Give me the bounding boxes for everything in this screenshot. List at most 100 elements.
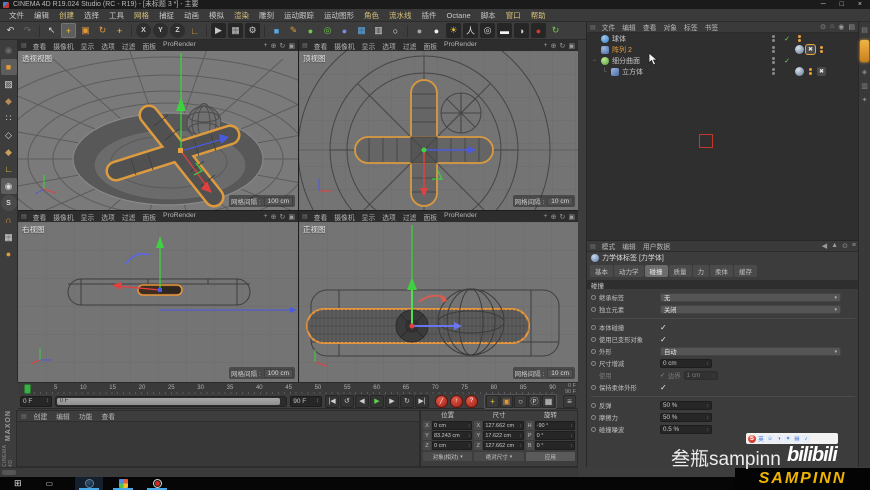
object-tree[interactable]: 球体 ✓ 阵列 2 ✖ − 细分曲面 ✓ └ 立方体 ✖ [587,33,859,240]
search-icon[interactable]: ⊙ [842,242,848,250]
show-tracks-icon[interactable]: ≡ [562,394,576,408]
viewport-menu-item[interactable]: 面板 [420,41,440,51]
move-tool-icon[interactable]: + [61,23,76,38]
input-method-icon[interactable]: ☺ [766,434,774,443]
attribute-tab[interactable]: 动力学 [614,265,644,277]
position-y-field[interactable]: 83.243 cm ↕ [432,431,473,440]
dynamics-body-tag-icon[interactable]: ✖ [817,67,826,76]
viewport-menu-item[interactable]: 显示 [78,41,98,51]
dock-tab-icon[interactable]: ◈ [862,68,867,76]
viewport-menu-item[interactable]: 摄像机 [50,212,76,222]
separator[interactable] [206,24,207,37]
floor-icon[interactable]: ▬ [497,23,512,38]
record-scale-toggle[interactable]: ▣ [499,394,513,408]
attributes-icon[interactable]: ▤ [590,243,596,250]
input-method-icon[interactable]: ◑ [775,434,783,443]
separator[interactable] [39,24,40,37]
attribute-tab[interactable]: 基本 [590,265,613,277]
target-icon[interactable]: ◎ [480,23,495,38]
lock-x-axis-icon[interactable]: X [136,23,151,38]
menu-item[interactable]: 窗口 [501,9,526,22]
viewport-menu-item[interactable]: ProRender [441,212,480,222]
viewport-menu-icon[interactable]: ▤ [21,213,27,220]
toggle-view-icon[interactable]: ▣ [568,213,575,221]
key-circle-icon[interactable] [591,295,596,300]
visibility-dots[interactable] [767,35,779,42]
viewport-menu-item[interactable]: 查看 [311,212,331,222]
material-menu-icon[interactable]: ▤ [21,413,27,420]
render-to-picture-viewer-icon[interactable]: ▦ [228,23,243,38]
redo-icon[interactable]: ↷ [20,23,35,38]
object-manager-menu-item[interactable]: 标签 [681,22,701,32]
taskbar-app-recorder[interactable] [143,477,171,490]
attribute-tab[interactable]: 碰撞 [644,265,668,277]
pan-view-icon[interactable]: + [264,213,268,221]
position-mode-select[interactable]: 对象(相对) ▾ [423,452,473,461]
material-menu-item[interactable]: 创建 [30,411,52,421]
viewport-menu-item[interactable]: 选项 [379,212,399,222]
separator[interactable] [407,24,408,37]
keyframe-selection-icon[interactable]: ? [464,394,478,408]
viewport-menu-item[interactable]: 摄像机 [50,41,76,51]
key-circle-icon[interactable] [591,385,596,390]
enable-snap-icon[interactable]: ∩ [1,212,17,228]
input-method-icon[interactable]: ♪ [802,434,810,443]
material-menu-item[interactable]: 编辑 [52,411,74,421]
zoom-view-icon[interactable]: ⊕ [551,213,557,221]
attribute-tab[interactable]: 柔体 [710,265,733,277]
rotate-tool-icon[interactable]: ↻ [95,23,110,38]
attribute-menu-item[interactable]: 模式 [599,241,619,251]
object-row-subdivision[interactable]: − 细分曲面 ✓ [587,55,859,66]
position-z-field[interactable]: 0 cm ↕ [432,441,473,450]
scrollbar-thumb[interactable] [2,470,16,475]
size-x-field[interactable]: 127.662 cm ↕ [483,421,524,430]
object-manager-icon[interactable]: ▤ [590,24,596,31]
menu-item[interactable]: 选择 [79,9,104,22]
locked-workplane-icon[interactable]: ● [1,246,17,262]
object-manager-menu-item[interactable]: 文件 [599,22,619,32]
material-menu-item[interactable]: 功能 [75,411,97,421]
use-distance-input[interactable]: 1 cm ↕ [683,371,718,380]
use-checkbox[interactable]: ✓ [660,372,665,379]
record-objects-icon[interactable]: ╱ [434,394,448,408]
attribute-tab[interactable]: 缓存 [734,265,757,277]
record-rotation-toggle[interactable]: ○ [513,394,527,408]
environment-icon[interactable]: ◑ [514,23,529,38]
viewport-menu-item[interactable]: ProRender [160,212,199,222]
menu-item[interactable]: 帮助 [526,9,551,22]
key-circle-icon[interactable] [591,325,596,330]
key-circle-icon[interactable] [591,415,596,420]
enabled-check[interactable]: ✓ [782,35,792,43]
object-row-array[interactable]: 阵列 2 ✖ [587,44,859,55]
viewport-menu-item[interactable]: 摄像机 [331,41,357,51]
material-sphere-light-icon[interactable]: ● [429,23,444,38]
close-button[interactable]: × [858,1,862,8]
pan-view-icon[interactable]: + [544,42,548,50]
live-selection-icon[interactable]: ↖ [44,23,59,38]
attribute-menu-item[interactable]: 编辑 [619,241,639,251]
record-position-toggle[interactable]: + [485,394,499,408]
size-z-field[interactable]: 127.662 cm ↕ [483,441,524,450]
coordinate-system-icon[interactable]: ∟ [187,23,202,38]
add-metaball-icon[interactable]: ● [337,23,352,38]
apply-button[interactable]: 应用 [525,452,575,461]
rotate-view-icon[interactable]: ↻ [560,42,566,50]
goto-start-icon[interactable]: |◀ [324,394,339,408]
viewport-solo-icon[interactable]: ◉ [0,178,17,194]
menu-item[interactable]: 角色 [359,9,384,22]
attribute-tab[interactable]: 质量 [668,265,692,277]
dock-tab-icon[interactable]: ▥ [861,82,868,90]
menu-item[interactable]: 网格 [129,9,154,22]
viewport-menu-item[interactable]: 显示 [359,41,379,51]
timeline-ruler[interactable]: 051015202530354045505560657075808590 0 F… [18,382,578,395]
individual-elements-select[interactable]: 关闭 ▾ [660,305,841,314]
physical-sky-icon[interactable]: ● [531,23,546,38]
refresh-icon[interactable]: ↻ [548,23,563,38]
workplane-snap-icon[interactable]: ▦ [1,229,17,245]
viewport-menu-item[interactable]: 显示 [359,212,379,222]
viewport-menu-item[interactable]: 过滤 [119,41,139,51]
collapse-icon[interactable]: − [591,58,598,64]
key-circle-icon[interactable] [591,337,596,342]
next-frame-icon[interactable]: ▶ [384,394,399,408]
viewport-menu-item[interactable]: 摄像机 [331,212,357,222]
